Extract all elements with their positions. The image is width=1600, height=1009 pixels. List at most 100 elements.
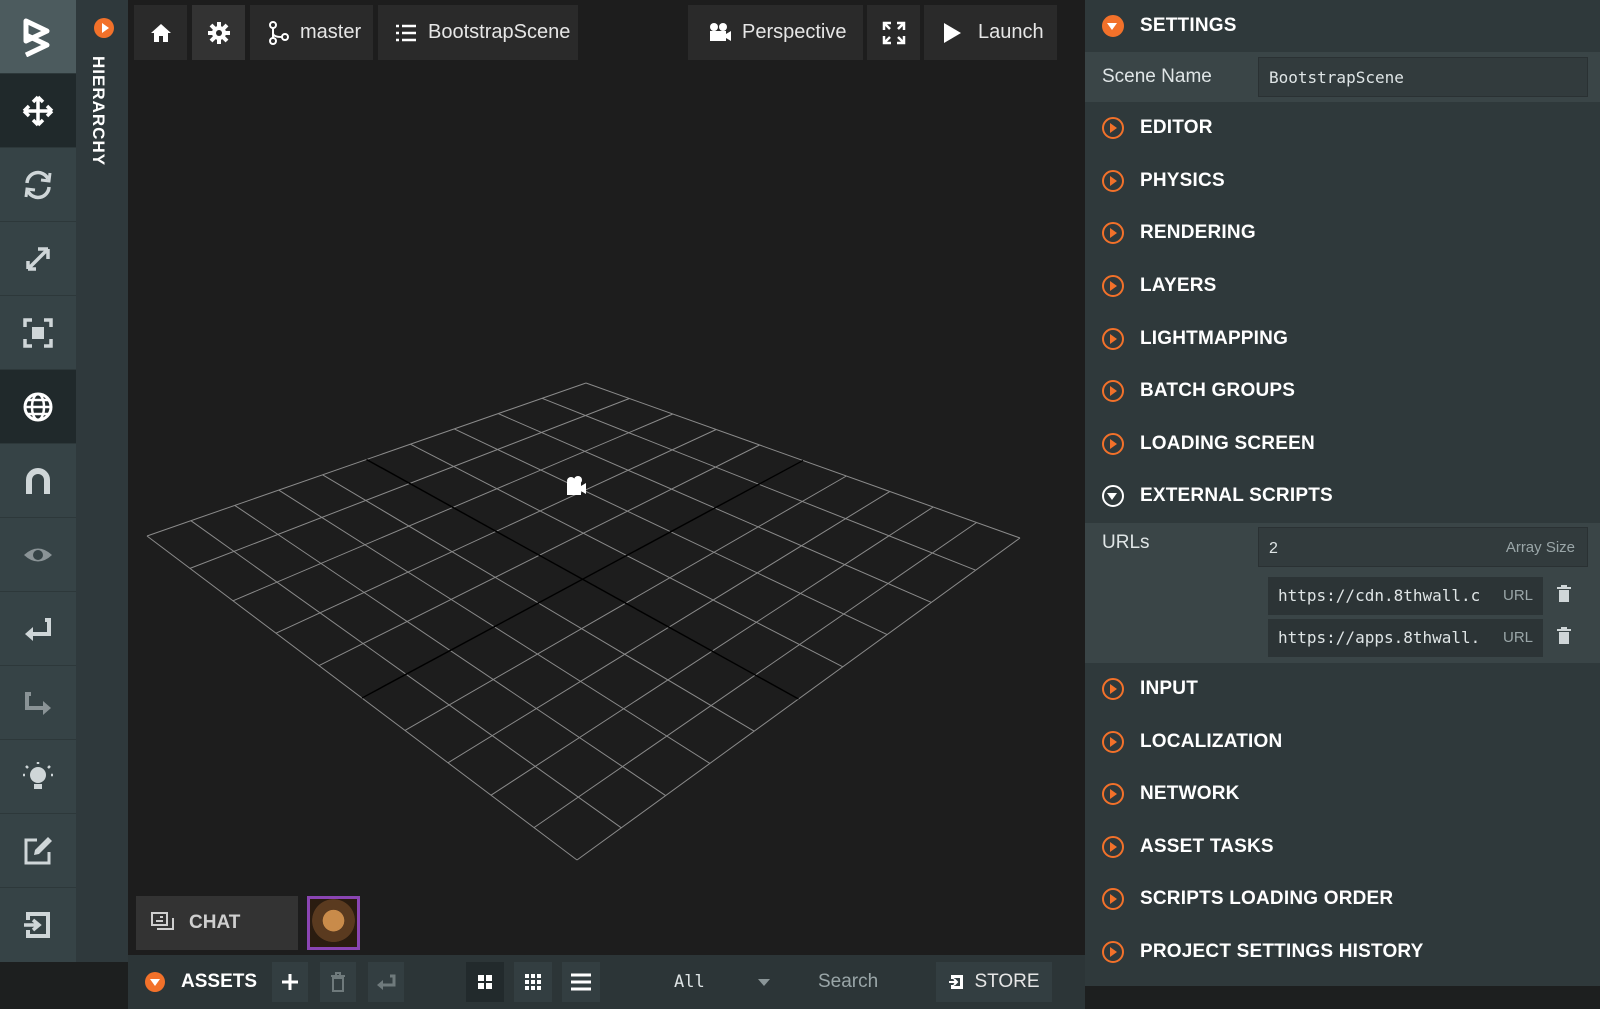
undo-button[interactable] [0,591,76,665]
delete-url-1-icon[interactable] [1557,584,1571,603]
section-batch-groups[interactable]: BATCH GROUPS [1085,365,1600,418]
section-title: PHYSICS [1140,169,1225,191]
scene-name-label: BootstrapScene [428,21,571,43]
section-external-scripts[interactable]: EXTERNAL SCRIPTS [1085,470,1600,523]
section-input[interactable]: INPUT [1085,663,1600,716]
scene-viewport[interactable]: master BootstrapScene Perspective Launch… [128,0,1085,955]
section-editor[interactable]: EDITOR [1085,102,1600,155]
camera-mode-label: Perspective [742,21,847,43]
branch-label: master [300,21,362,43]
chat-button[interactable]: CHAT [136,896,298,950]
grid-small-icon [525,974,541,990]
redo-button[interactable] [0,665,76,739]
section-network[interactable]: NETWORK [1085,768,1600,821]
settings-sections-after: INPUT LOCALIZATION NETWORK ASSET TASKS SCRIP… [1085,663,1600,979]
list-view-button[interactable] [562,962,600,1002]
section-physics[interactable]: PHYSICS [1085,155,1600,208]
delete-asset-button[interactable] [320,962,356,1002]
expand-section-icon [1102,783,1124,806]
plus-icon [282,974,298,990]
hierarchy-label[interactable]: HIERARCHY [88,56,108,166]
expand-section-icon [1102,222,1124,245]
magnet-icon [26,467,50,494]
section-layers[interactable]: LAYERS [1085,260,1600,313]
expand-section-icon [1102,169,1124,192]
rotate-tool-button[interactable] [0,147,76,221]
store-button[interactable]: STORE [936,962,1052,1002]
launch-label: Launch [978,21,1044,43]
code-editor-button[interactable] [0,813,76,887]
expand-section-icon [1102,730,1124,753]
url-value-2: https://apps.8thwall. [1278,627,1481,647]
asset-filter-value: All [674,972,705,992]
lightmapper-button[interactable] [0,739,76,813]
scene-name-input[interactable]: BootstrapScene [1258,57,1588,97]
section-project-settings-history[interactable]: PROJECT SETTINGS HISTORY [1085,926,1600,979]
camera-select-button[interactable]: Perspective [688,5,863,60]
section-rendering[interactable]: RENDERING [1085,207,1600,260]
section-lightmapping[interactable]: LIGHTMAPPING [1085,312,1600,365]
expand-section-icon [1102,835,1124,858]
assets-bar: ASSETS All Search STORE [128,955,1085,1009]
camera-icon[interactable] [567,476,586,495]
array-size-input[interactable]: 2 Array Size [1258,526,1588,567]
large-grid-view-button[interactable] [466,962,504,1002]
scale-icon [26,246,50,271]
asset-search-placeholder: Search [818,971,879,992]
add-asset-button[interactable] [272,962,308,1002]
scene-select-button[interactable]: BootstrapScene [378,5,578,60]
collapse-assets-icon[interactable] [145,972,165,992]
translate-tool-button[interactable] [0,73,76,147]
expand-section-icon [1102,117,1124,140]
url-field-2[interactable]: https://apps.8thwall. URL [1268,618,1543,657]
expand-hierarchy-icon[interactable] [94,18,114,38]
scene-name-row: Scene Name BootstrapScene [1085,52,1600,102]
video-camera-icon [710,22,731,41]
visibility-button[interactable] [0,517,76,591]
trash-icon [331,972,345,992]
array-size-value: 2 [1269,539,1278,557]
launch-button[interactable]: Launch [924,5,1057,60]
assets-title: ASSETS [181,971,258,992]
list-view-icon [571,973,591,991]
snap-button[interactable] [0,443,76,517]
move-asset-button[interactable] [368,962,404,1002]
settings-button[interactable] [192,5,245,60]
eye-icon [24,548,52,561]
expand-section-icon [1102,678,1124,701]
settings-title: SETTINGS [1140,15,1237,36]
branch-button[interactable]: master [250,5,373,60]
expand-section-icon [1102,327,1124,350]
delete-url-2-icon[interactable] [1557,626,1571,645]
scale-tool-button[interactable] [0,221,76,295]
expand-section-icon [1102,888,1124,911]
asset-filter-select[interactable]: All [660,962,784,1002]
section-title: LAYERS [1140,275,1217,297]
hierarchy-panel-collapsed: HIERARCHY [76,0,128,962]
store-icon [949,975,964,989]
user-avatar[interactable] [307,896,360,950]
section-asset-tasks[interactable]: ASSET TASKS [1085,821,1600,874]
section-title: ASSET TASKS [1140,835,1274,857]
url-field-1[interactable]: https://cdn.8thwall.c URL [1268,576,1543,615]
resize-tool-button[interactable] [0,295,76,369]
publish-icon [24,911,50,938]
external-scripts-urls: URLs 2 Array Size https://cdn.8thwall.c … [1085,522,1600,663]
section-scripts-loading-order[interactable]: SCRIPTS LOADING ORDER [1085,873,1600,926]
small-grid-view-button[interactable] [514,962,552,1002]
asset-search-input[interactable]: Search [804,962,924,1002]
section-localization[interactable]: LOCALIZATION [1085,715,1600,768]
expand-section-icon [1102,941,1124,964]
branch-icon [269,20,289,45]
scene-grid [146,382,1021,861]
section-title: BATCH GROUPS [1140,380,1296,402]
settings-header[interactable]: SETTINGS [1085,0,1600,52]
world-space-button[interactable] [0,369,76,443]
fullscreen-button[interactable] [867,5,920,60]
translate-icon [22,95,54,126]
home-button[interactable] [134,5,187,60]
logo-icon[interactable] [0,0,76,73]
publish-button[interactable] [0,887,76,961]
section-loading-screen[interactable]: LOADING SCREEN [1085,418,1600,471]
section-title: EXTERNAL SCRIPTS [1140,485,1333,507]
